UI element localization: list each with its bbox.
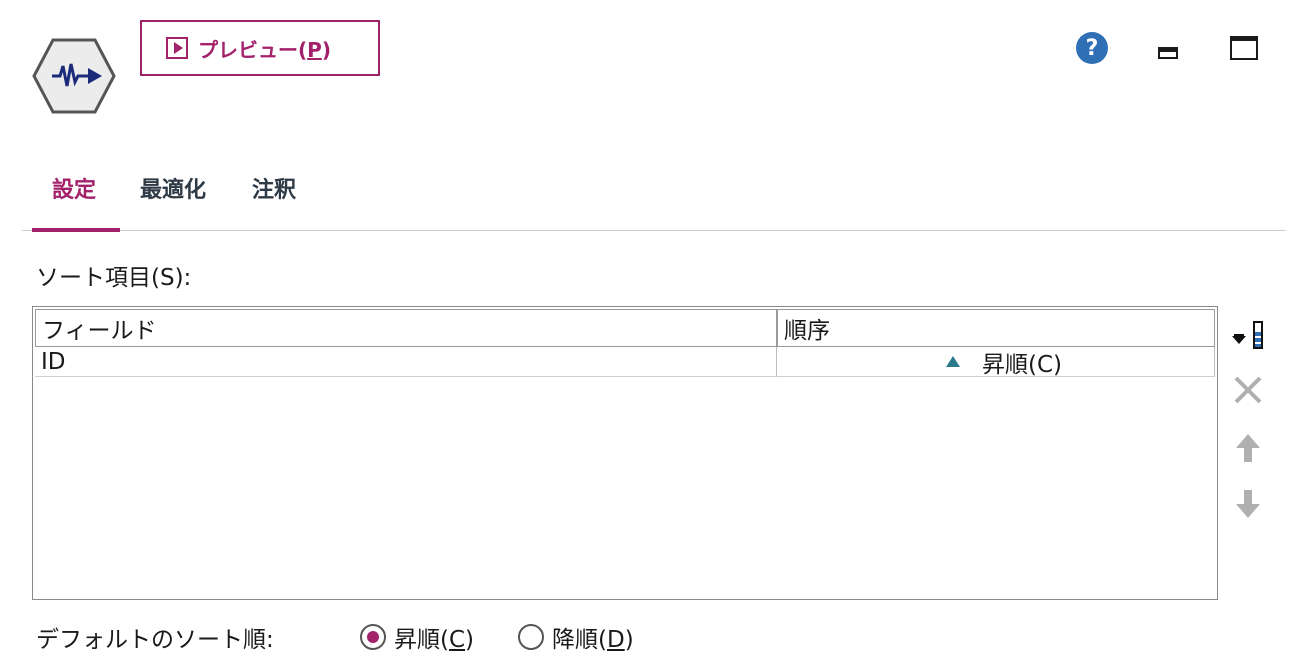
minimize-icon[interactable] [1158,47,1178,59]
play-icon [166,37,188,59]
column-header-field[interactable]: フィールド [35,309,777,347]
tab-annotation[interactable]: 注釈 [252,172,296,204]
help-icon[interactable]: ? [1076,32,1108,64]
preview-button[interactable]: プレビュー(P) [140,20,380,76]
radio-descending[interactable]: 降順(D) [518,620,634,654]
tab-divider [22,230,1286,231]
active-tab-indicator [32,228,120,232]
sort-items-label: ソート項目(S): [36,265,192,291]
sort-items-table[interactable]: フィールド 順序 ID 昇順(C) [32,306,1218,600]
tab-optimize[interactable]: 最適化 [140,172,206,204]
tab-settings[interactable]: 設定 [52,172,96,204]
cell-field[interactable]: ID [35,347,777,377]
radio-ascending-button[interactable] [360,624,386,650]
cell-order-label: 昇順(C) [981,351,1062,378]
radio-descending-label[interactable]: 降順(D) [552,620,634,654]
add-field-icon[interactable] [1230,318,1266,354]
table-header-row: フィールド 順序 [33,309,1217,347]
preview-button-label: プレビュー(P) [198,37,331,62]
delete-icon[interactable] [1230,372,1266,408]
move-up-icon[interactable] [1230,430,1266,466]
maximize-icon[interactable] [1230,36,1258,60]
radio-ascending[interactable]: 昇順(C) [360,620,474,654]
cell-order[interactable]: 昇順(C) [777,347,1215,378]
radio-ascending-label[interactable]: 昇順(C) [394,620,474,654]
ascending-triangle-icon [945,356,960,367]
sort-node-icon [32,38,116,114]
column-header-order[interactable]: 順序 [777,309,1215,347]
radio-descending-button[interactable] [518,624,544,650]
move-down-icon[interactable] [1230,486,1266,522]
table-row[interactable]: ID 昇順(C) [33,347,1217,378]
default-sort-order-label: デフォルトのソート順: [36,627,274,653]
